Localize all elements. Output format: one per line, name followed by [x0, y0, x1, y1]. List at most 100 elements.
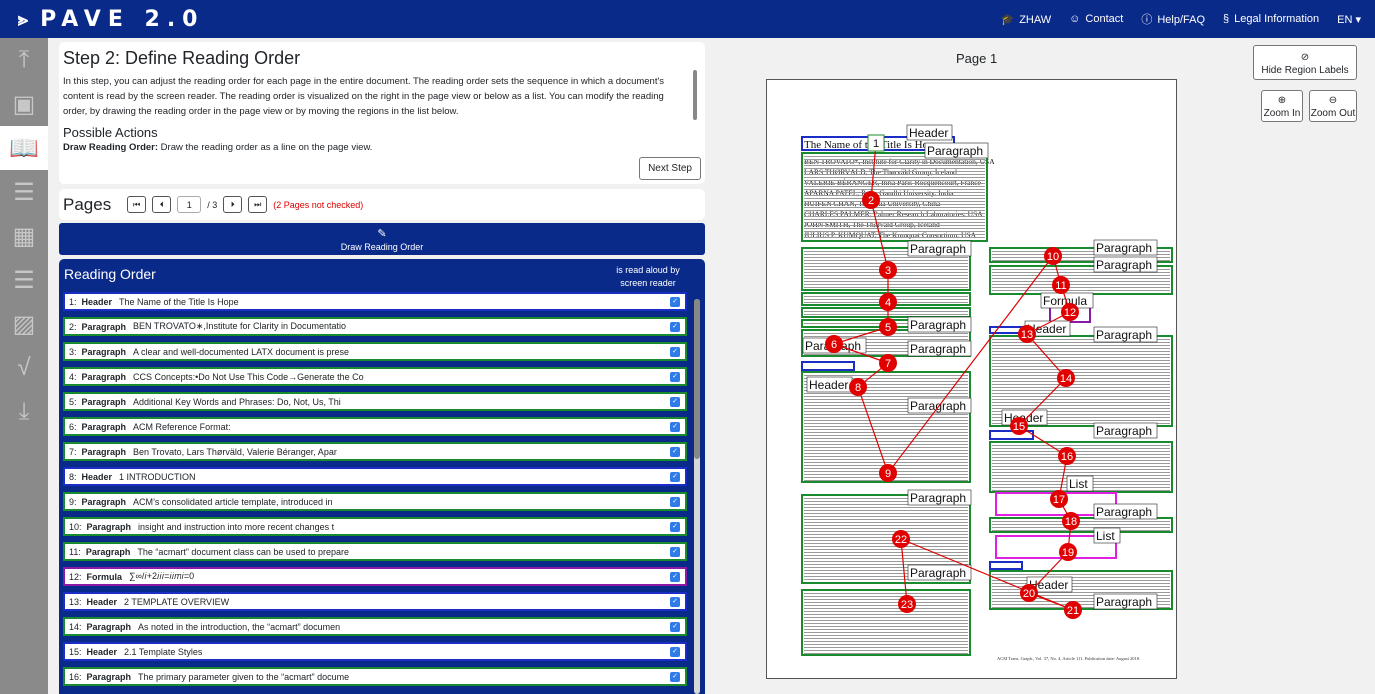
region-label-text[interactable]: Paragraph — [910, 242, 966, 256]
region-label-text[interactable]: Paragraph — [1096, 328, 1152, 342]
text-line — [804, 438, 968, 439]
formula-step-icon[interactable]: √ — [0, 346, 48, 390]
download-step-icon[interactable]: ⤓ — [0, 390, 48, 434]
reading-order-item[interactable]: 13: Header 2 TEMPLATE OVERVIEW ✓ — [63, 592, 687, 611]
nav-zhaw[interactable]: 🎓 ZHAW — [1000, 13, 1051, 26]
hide-region-labels-button[interactable]: ⊘ Hide Region Labels — [1253, 45, 1357, 80]
reading-order-item[interactable]: 14: Paragraph As noted in the introduction… — [63, 617, 687, 636]
nav-help[interactable]: ⓘ Help/FAQ — [1141, 11, 1205, 27]
doc-author-line: JOHN SMITH, The Thørväld Group, Iceland — [804, 220, 940, 229]
read-aloud-checkbox[interactable]: ✓ — [670, 422, 680, 432]
read-aloud-checkbox[interactable]: ✓ — [670, 522, 680, 532]
item-number: 14: — [69, 621, 82, 632]
read-aloud-checkbox[interactable]: ✓ — [670, 497, 680, 507]
region-label-text[interactable]: Paragraph — [1096, 505, 1152, 519]
region-header[interactable] — [989, 430, 1034, 440]
text-line — [804, 447, 968, 448]
last-page-button[interactable]: ⏭ — [248, 196, 268, 213]
read-aloud-checkbox[interactable]: ✓ — [670, 372, 680, 382]
instructions-scrollbar[interactable] — [693, 70, 697, 120]
region-label-text[interactable]: Paragraph — [910, 566, 966, 580]
zoom-in-button[interactable]: ⊕ Zoom In — [1261, 90, 1303, 122]
define-regions-step-icon[interactable]: ▣ — [0, 82, 48, 126]
region-header[interactable] — [801, 361, 855, 371]
action-text: Draw the reading order as a line on the … — [158, 142, 373, 152]
page-number-input[interactable]: 1 — [177, 196, 202, 213]
read-aloud-checkbox[interactable]: ✓ — [670, 397, 680, 407]
region-label-text[interactable]: Paragraph — [910, 318, 966, 332]
region-label-text[interactable]: Paragraph — [910, 399, 966, 413]
list-step-icon[interactable]: ☰ — [0, 258, 48, 302]
read-aloud-checkbox[interactable]: ✓ — [670, 447, 680, 457]
app-logo[interactable]: ⪢ PAVE 2.0 — [18, 7, 204, 32]
zoom-out-button[interactable]: ⊖ Zoom Out — [1309, 90, 1357, 122]
region-label-text[interactable]: List — [1096, 529, 1115, 543]
item-number: 13: — [69, 596, 82, 607]
read-aloud-checkbox[interactable]: ✓ — [670, 572, 680, 582]
page-canvas[interactable]: The Name of the Title Is HopeBEN TROVATO… — [767, 80, 1178, 680]
text-line — [804, 647, 968, 648]
reading-order-item[interactable]: 6: Paragraph ACM Reference Format: ✓ — [63, 417, 687, 436]
region-label-text[interactable]: Paragraph — [1096, 258, 1152, 272]
reading-order-item[interactable]: 11: Paragraph The “acmart” document class … — [63, 542, 687, 561]
region-label-text[interactable]: Header — [909, 126, 948, 140]
reading-order-item[interactable]: 5: Paragraph Additional Key Words and Phra… — [63, 392, 687, 411]
reading-order-item[interactable]: 3: Paragraph A clear and well-documented L… — [63, 342, 687, 361]
region-label-text[interactable]: Paragraph — [1096, 241, 1152, 255]
read-aloud-checkbox[interactable]: ✓ — [670, 472, 680, 482]
item-text: ACM Reference Format: — [133, 421, 231, 432]
reading-order-item[interactable]: 15: Header 2.1 Template Styles ✓ — [63, 642, 687, 661]
reading-order-step-icon[interactable]: 📖 — [0, 126, 48, 170]
reading-order-item[interactable]: 4: Paragraph CCS Concepts:•Do Not Use This… — [63, 367, 687, 386]
read-aloud-checkbox[interactable]: ✓ — [670, 597, 680, 607]
reading-order-item[interactable]: 16: Paragraph The primary parameter given … — [63, 667, 687, 686]
region-label-text[interactable]: List — [1069, 477, 1088, 491]
instructions-scroll[interactable]: In this step, you can adjust the reading… — [63, 74, 701, 152]
region-label-text[interactable]: Paragraph — [927, 144, 983, 158]
reading-order-item[interactable]: 8: Header 1 INTRODUCTION ✓ — [63, 467, 687, 486]
draw-reading-order-button[interactable]: ✎ Draw Reading Order — [59, 223, 705, 255]
nav-legal[interactable]: § Legal Information — [1223, 13, 1319, 25]
text-line — [992, 290, 1170, 291]
image-step-icon[interactable]: ▨ — [0, 302, 48, 346]
reading-order-item[interactable]: 7: Paragraph Ben Trovato, Lars Thørväld, V… — [63, 442, 687, 461]
reading-order-item[interactable]: 12: Formula ∑∞/𝑖+2𝑖𝑖𝑖=𝑖𝑖𝑚𝑖=0 ✓ — [63, 567, 687, 586]
upload-step-icon[interactable]: ⤒ — [0, 38, 48, 82]
reading-order-item[interactable]: 9: Paragraph ACM’s consolidated article te… — [63, 492, 687, 511]
read-aloud-checkbox[interactable]: ✓ — [670, 297, 680, 307]
text-step-icon[interactable]: ☰ — [0, 170, 48, 214]
reading-order-item[interactable]: 2: Paragraph BEN TROVATO∗,Institute for Cl… — [63, 317, 687, 336]
reading-order-item[interactable]: 1: Header The Name of the Title Is Hope ✓ — [63, 292, 687, 311]
read-aloud-checkbox[interactable]: ✓ — [670, 322, 680, 332]
app-name: PAVE 2.0 — [40, 6, 205, 32]
region-label-text[interactable]: Paragraph — [1096, 424, 1152, 438]
region-label-text[interactable]: Paragraph — [1096, 595, 1152, 609]
marker-number: 4 — [885, 297, 891, 309]
instructions-card: Step 2: Define Reading Order In this ste… — [59, 42, 705, 184]
language-dropdown[interactable]: EN ▾ — [1337, 13, 1361, 26]
read-aloud-checkbox[interactable]: ✓ — [670, 622, 680, 632]
text-line — [992, 278, 1170, 279]
document-page[interactable]: The Name of the Title Is HopeBEN TROVATO… — [766, 79, 1177, 679]
text-line — [804, 219, 985, 220]
read-aloud-checkbox[interactable]: ✓ — [670, 672, 680, 682]
table-step-icon[interactable]: ▦ — [0, 214, 48, 258]
region-header[interactable] — [989, 561, 1023, 570]
region-label-text[interactable]: Header — [809, 378, 848, 392]
region-label-text[interactable]: Paragraph — [910, 342, 966, 356]
marker-number: 8 — [855, 382, 861, 394]
read-aloud-checkbox[interactable]: ✓ — [670, 647, 680, 657]
region-label-text[interactable]: Paragraph — [910, 491, 966, 505]
next-step-button[interactable]: Next Step — [639, 157, 701, 180]
read-aloud-checkbox[interactable]: ✓ — [670, 547, 680, 557]
scrollbar-thumb[interactable] — [694, 299, 700, 459]
next-page-button[interactable]: ⏵ — [223, 196, 243, 213]
reading-order-item[interactable]: 10: Paragraph insight and instruction into… — [63, 517, 687, 536]
reading-order-scrollbar[interactable] — [694, 299, 700, 694]
read-aloud-header: is read aloud by screen reader — [616, 265, 680, 288]
prev-page-button[interactable]: ⏴ — [152, 196, 172, 213]
first-page-button[interactable]: ⏮ — [127, 196, 147, 213]
nav-contact[interactable]: ☺ Contact — [1069, 13, 1123, 25]
read-aloud-checkbox[interactable]: ✓ — [670, 347, 680, 357]
step-sidebar: ⤒ ▣ 📖 ☰ ▦ ☰ ▨ √ ⤓ — [0, 38, 48, 694]
